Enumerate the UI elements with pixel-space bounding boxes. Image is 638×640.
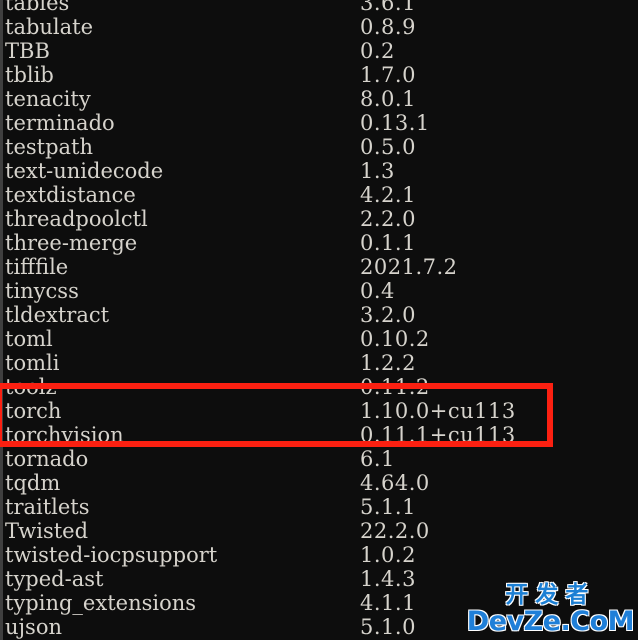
- package-row: torch 1.10.0+cu113: [0, 399, 638, 423]
- package-version: 8.0.1: [360, 87, 416, 111]
- package-version: 0.10.2: [360, 327, 430, 351]
- package-name: tldextract: [5, 303, 110, 327]
- package-version: 0.11.2: [360, 375, 430, 399]
- package-name: ujson: [5, 615, 62, 639]
- package-version: 0.2: [360, 39, 395, 63]
- package-row: testpath 0.5.0: [0, 135, 638, 159]
- package-version: 4.2.1: [360, 183, 416, 207]
- package-name: traitlets: [5, 495, 90, 519]
- package-row: twisted-iocpsupport 1.0.2: [0, 543, 638, 567]
- package-version: 1.3: [360, 159, 395, 183]
- package-row: three-merge 0.1.1: [0, 231, 638, 255]
- package-row: threadpoolctl 2.2.0: [0, 207, 638, 231]
- package-version: 6.1: [360, 447, 395, 471]
- package-name: twisted-iocpsupport: [5, 543, 218, 567]
- terminal-screen: tables 3.6.1 tabulate 0.8.9 TBB 0.2 tblib 1.7.0…: [0, 0, 638, 640]
- package-name: typed-ast: [5, 567, 104, 591]
- package-row: tblib 1.7.0: [0, 63, 638, 87]
- package-version: 5.1.0: [360, 615, 416, 639]
- package-name: typing_extensions: [5, 591, 197, 615]
- package-name: tifffile: [5, 255, 69, 279]
- watermark: 开发者 DevZe.CoM: [466, 582, 635, 637]
- package-row: TBB 0.2: [0, 39, 638, 63]
- package-name: tables: [5, 0, 70, 15]
- package-name: TBB: [5, 39, 50, 63]
- package-version: 0.4: [360, 279, 395, 303]
- package-row: tables 3.6.1: [0, 0, 638, 15]
- package-row: torchvision 0.11.1+cu113: [0, 423, 638, 447]
- package-name: torch: [5, 399, 62, 423]
- package-version: 0.8.9: [360, 15, 416, 39]
- package-row: traitlets 5.1.1: [0, 495, 638, 519]
- package-name: toolz: [5, 375, 57, 399]
- package-version: 22.2.0: [360, 519, 430, 543]
- package-row: toolz 0.11.2: [0, 375, 638, 399]
- package-name: terminado: [5, 111, 115, 135]
- package-name: textdistance: [5, 183, 136, 207]
- package-row: terminado 0.13.1: [0, 111, 638, 135]
- package-row: tomli 1.2.2: [0, 351, 638, 375]
- package-name: threadpoolctl: [5, 207, 148, 231]
- package-row: textdistance 4.2.1: [0, 183, 638, 207]
- package-name: tenacity: [5, 87, 91, 111]
- package-version: 5.1.1: [360, 495, 416, 519]
- package-version: 1.0.2: [360, 543, 416, 567]
- package-version: 0.13.1: [360, 111, 430, 135]
- package-row: tabulate 0.8.9: [0, 15, 638, 39]
- package-row: tenacity 8.0.1: [0, 87, 638, 111]
- package-version: 3.2.0: [360, 303, 416, 327]
- package-row: text-unidecode 1.3: [0, 159, 638, 183]
- package-row: tldextract 3.2.0: [0, 303, 638, 327]
- package-row: tornado 6.1: [0, 447, 638, 471]
- package-row: toml 0.10.2: [0, 327, 638, 351]
- package-version: 1.4.3: [360, 567, 416, 591]
- package-name: tqdm: [5, 471, 61, 495]
- package-name: text-unidecode: [5, 159, 164, 183]
- package-list: tables 3.6.1 tabulate 0.8.9 TBB 0.2 tblib 1.7.0…: [0, 0, 638, 640]
- package-name: Twisted: [5, 519, 89, 543]
- watermark-chinese-text: 开发者: [505, 582, 596, 608]
- package-name: tornado: [5, 447, 89, 471]
- package-version: 1.10.0+cu113: [360, 399, 516, 423]
- watermark-site-text: DevZe.CoM: [466, 606, 635, 637]
- package-row: tinycss 0.4: [0, 279, 638, 303]
- package-version: 0.1.1: [360, 231, 416, 255]
- package-name: tabulate: [5, 15, 94, 39]
- package-row: Twisted 22.2.0: [0, 519, 638, 543]
- package-name: testpath: [5, 135, 94, 159]
- package-name: tinycss: [5, 279, 79, 303]
- package-name: tomli: [5, 351, 60, 375]
- package-version: 1.7.0: [360, 63, 416, 87]
- scrollbar-thumb[interactable]: [0, 0, 3, 640]
- package-name: three-merge: [5, 231, 138, 255]
- package-version: 4.1.1: [360, 591, 416, 615]
- package-name: toml: [5, 327, 53, 351]
- package-version: 3.6.1: [360, 0, 416, 15]
- package-row: tqdm 4.64.0: [0, 471, 638, 495]
- package-version: 2021.7.2: [360, 255, 458, 279]
- scrollbar[interactable]: [0, 0, 3, 640]
- package-version: 1.2.2: [360, 351, 416, 375]
- package-version: 2.2.0: [360, 207, 416, 231]
- package-version: 0.5.0: [360, 135, 416, 159]
- package-name: tblib: [5, 63, 54, 87]
- package-row: tifffile 2021.7.2: [0, 255, 638, 279]
- package-version: 0.11.1+cu113: [360, 423, 516, 447]
- package-name: torchvision: [5, 423, 124, 447]
- package-version: 4.64.0: [360, 471, 430, 495]
